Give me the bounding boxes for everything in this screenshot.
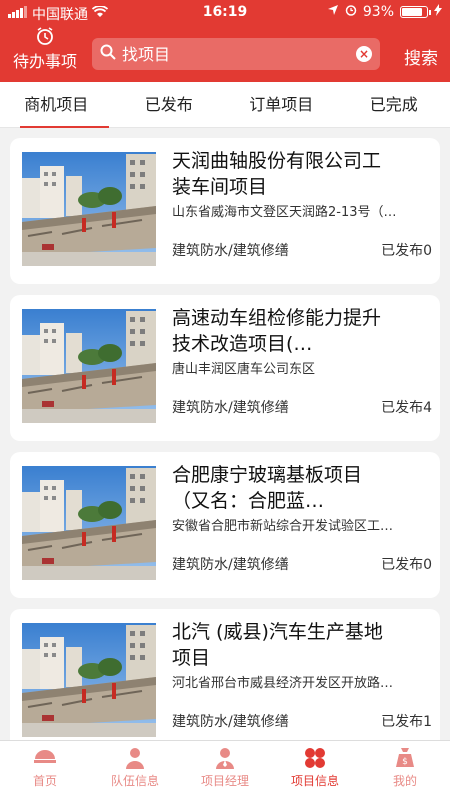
search-button[interactable]: 搜索	[404, 44, 438, 69]
published-count: 已发布4	[381, 400, 432, 416]
project-card[interactable]: 天润曲轴股份有限公司工装车间项目 山东省威海市文登区天润路2-13号（… 建筑防…	[10, 138, 440, 284]
todo-button[interactable]: 待办事项	[8, 26, 82, 72]
project-title: 天润曲轴股份有限公司工装车间项目	[172, 150, 382, 198]
tab-business-projects[interactable]: 商机项目	[0, 82, 113, 128]
project-image	[22, 466, 156, 580]
clear-search-icon[interactable]: ×	[356, 46, 372, 62]
project-info-icon	[305, 748, 325, 768]
project-image	[22, 623, 156, 737]
tab-bar: 商机项目 已发布 订单项目 已完成	[0, 82, 450, 128]
project-card[interactable]: 北汽 (威县)汽车生产基地项目 河北省邢台市威县经济开发区开放路… 建筑防水/建…	[10, 609, 440, 755]
alarm-icon	[345, 4, 357, 20]
home-icon	[34, 750, 56, 763]
todo-label: 待办事项	[12, 52, 77, 71]
project-card[interactable]: 高速动车组检修能力提升技术改造项目(… 唐山丰润区唐车公司东区 建筑防水/建筑修…	[10, 295, 440, 441]
project-title: 高速动车组检修能力提升技术改造项目(…	[172, 307, 382, 355]
team-icon	[126, 748, 144, 769]
search-input[interactable]	[122, 44, 356, 64]
battery-icon	[400, 6, 431, 18]
project-image	[22, 152, 156, 266]
location-icon	[327, 4, 339, 20]
project-category: 建筑防水/建筑修缮	[172, 243, 289, 259]
project-title: 合肥康宁玻璃基板项目（又名：合肥蓝…	[172, 464, 363, 512]
project-address: 唐山丰润区唐车公司东区	[172, 362, 316, 377]
project-title: 北汽 (威县)汽车生产基地项目	[172, 621, 383, 669]
status-bar: 中国联通 16:19 93%	[0, 0, 450, 24]
nav-label: 队伍信息	[110, 774, 159, 788]
published-count: 已发布0	[381, 557, 432, 573]
tab-published[interactable]: 已发布	[113, 82, 226, 127]
nav-label: 我的	[392, 774, 417, 788]
tab-order-projects[interactable]: 订单项目	[225, 82, 338, 127]
published-count: 已发布1	[381, 714, 432, 730]
app-header: 中国联通 16:19 93% 待办事项 找项目 × 搜索	[0, 0, 450, 82]
nav-label: 首页	[32, 774, 57, 788]
charging-icon	[434, 4, 442, 20]
project-category: 建筑防水/建筑修缮	[172, 557, 289, 573]
battery-percent: 93%	[362, 4, 394, 20]
svg-text:$: $	[402, 757, 408, 767]
project-card[interactable]: 合肥康宁玻璃基板项目（又名：合肥蓝… 安徽省合肥市新站综合开发试验区工… 建筑防…	[10, 452, 440, 598]
alarm-clock-icon	[37, 27, 53, 45]
project-list: 天润曲轴股份有限公司工装车间项目 山东省威海市文登区天润路2-13号（… 建筑防…	[10, 138, 440, 766]
project-address: 山东省威海市文登区天润路2-13号（…	[172, 205, 397, 220]
bottom-nav: 首页 队伍信息 项目经理 项目信息 $ 我的	[0, 740, 450, 800]
search-icon	[100, 44, 116, 64]
tab-completed[interactable]: 已完成	[338, 82, 450, 127]
search-box[interactable]: ×	[92, 38, 380, 70]
nav-label: 项目经理	[200, 774, 249, 788]
project-image	[22, 309, 156, 423]
nav-team-info[interactable]: 队伍信息	[90, 741, 180, 800]
nav-project-manager[interactable]: 项目经理	[180, 741, 270, 800]
nav-project-info[interactable]: 项目信息	[270, 741, 360, 800]
nav-label: 项目信息	[290, 774, 339, 788]
wallet-icon: $	[396, 748, 414, 767]
project-address: 安徽省合肥市新站综合开发试验区工…	[172, 519, 394, 534]
published-count: 已发布0	[381, 243, 432, 259]
manager-icon	[216, 748, 234, 769]
project-address: 河北省邢台市威县经济开发区开放路…	[172, 676, 394, 691]
nav-home[interactable]: 首页	[0, 741, 90, 800]
nav-mine[interactable]: $ 我的	[360, 741, 450, 800]
project-category: 建筑防水/建筑修缮	[172, 400, 289, 416]
project-category: 建筑防水/建筑修缮	[172, 714, 289, 730]
